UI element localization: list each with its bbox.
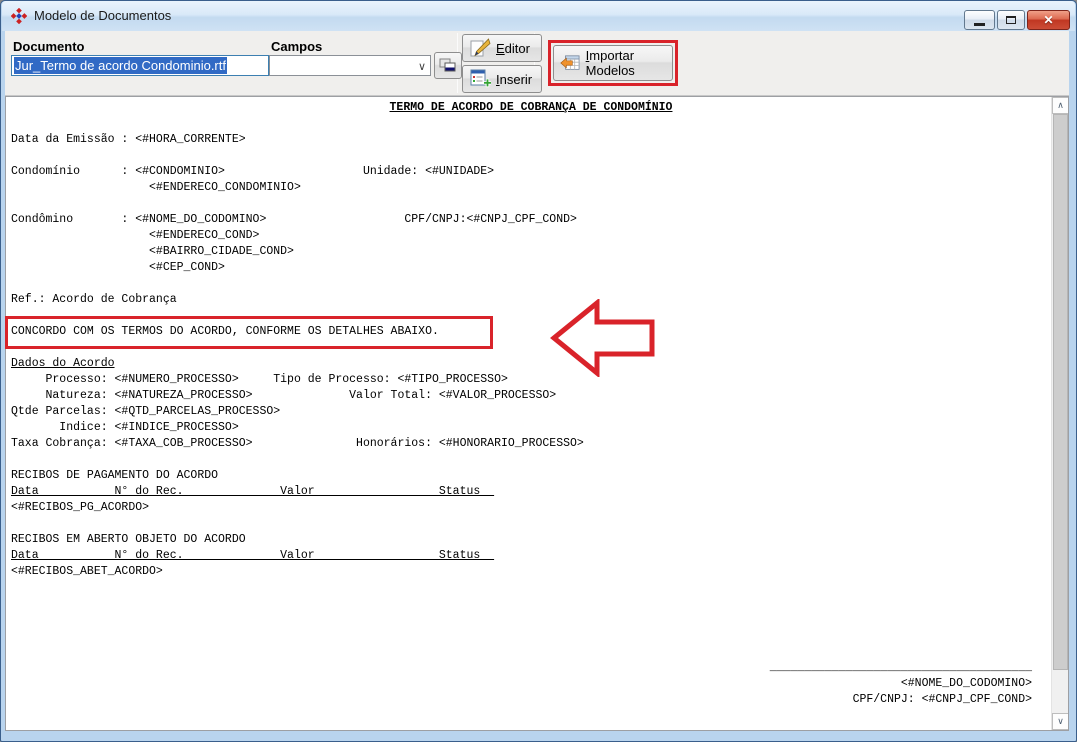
doc-line: <#BAIRRO_CIDADE_COND> <box>11 244 1051 260</box>
vertical-scrollbar[interactable]: ∧ ∨ <box>1051 97 1068 730</box>
doc-line <box>11 644 1051 660</box>
doc-line: ______________________________________ <box>11 660 1051 676</box>
editor-button[interactable]: Editor <box>462 34 542 62</box>
inserir-button[interactable]: Inserir <box>462 65 542 93</box>
doc-line: Dados do Acordo <box>11 356 1051 372</box>
campos-select[interactable]: ∨ <box>269 55 431 76</box>
doc-line: <#CEP_COND> <box>11 260 1051 276</box>
close-button[interactable]: ✕ <box>1027 10 1070 30</box>
doc-line <box>11 196 1051 212</box>
doc-line <box>11 276 1051 292</box>
doc-line: Qtde Parcelas: <#QTD_PARCELAS_PROCESSO> <box>11 404 1051 420</box>
doc-line: Natureza: <#NATUREZA_PROCESSO> Valor Tot… <box>11 388 1051 404</box>
doc-line: <#ENDERECO_CONDOMINIO> <box>11 180 1051 196</box>
close-icon: ✕ <box>1043 14 1053 26</box>
doc-line <box>11 340 1051 356</box>
overlapping-windows-icon <box>439 58 457 73</box>
editor-button-label: Editor <box>496 41 530 56</box>
campos-label: Campos <box>271 39 322 54</box>
scroll-down-button[interactable]: ∨ <box>1052 713 1069 730</box>
doc-line: Condomínio : <#CONDOMINIO> Unidade: <#UN… <box>11 164 1051 180</box>
app-icon <box>11 8 27 24</box>
doc-line <box>11 116 1051 132</box>
document-area[interactable]: TERMO DE ACORDO DE COBRANÇA DE CONDOMÍNI… <box>5 96 1069 731</box>
doc-line: Ref.: Acordo de Cobrança <box>11 292 1051 308</box>
maximize-button[interactable] <box>997 10 1025 30</box>
insert-list-icon <box>469 68 491 90</box>
importar-annotation-box: Importar Modelos <box>548 40 678 86</box>
importar-button-label: Importar Modelos <box>586 48 666 78</box>
inserir-button-label: Inserir <box>496 72 532 87</box>
import-table-icon <box>560 52 581 74</box>
doc-line <box>11 580 1051 596</box>
doc-line <box>11 628 1051 644</box>
doc-line: RECIBOS DE PAGAMENTO DO ACORDO <box>11 468 1051 484</box>
doc-line <box>11 452 1051 468</box>
importar-modelos-button[interactable]: Importar Modelos <box>553 45 673 81</box>
document-text: TERMO DE ACORDO DE COBRANÇA DE CONDOMÍNI… <box>6 97 1051 730</box>
doc-line: CPF/CNPJ: <#CNPJ_CPF_COND> <box>11 692 1051 708</box>
window-title: Modelo de Documentos <box>34 8 171 23</box>
doc-line: Data da Emissão : <#HORA_CORRENTE> <box>11 132 1051 148</box>
doc-line: <#RECIBOS_PG_ACORDO> <box>11 500 1051 516</box>
doc-line: Taxa Cobrança: <#TAXA_COB_PROCESSO> Hono… <box>11 436 1051 452</box>
minimize-button[interactable] <box>964 10 995 30</box>
maximize-icon <box>1006 16 1016 24</box>
doc-line: Data N° do Rec. Valor Status <box>11 548 1051 564</box>
chevron-up-icon: ∧ <box>1057 101 1064 110</box>
pen-icon <box>469 37 491 59</box>
doc-line <box>11 148 1051 164</box>
chevron-down-icon: ∨ <box>1057 717 1064 726</box>
title-bar[interactable]: Modelo de Documentos ✕ <box>2 1 1075 31</box>
chevron-down-icon: ∨ <box>418 58 426 77</box>
doc-line: <#ENDERECO_COND> <box>11 228 1051 244</box>
doc-line: TERMO DE ACORDO DE COBRANÇA DE CONDOMÍNI… <box>11 100 1051 116</box>
documento-input[interactable]: Jur_Termo de acordo Condominio.rtf <box>11 55 269 76</box>
doc-line: Condômino : <#NOME_DO_CODOMINO> CPF/CNPJ… <box>11 212 1051 228</box>
scroll-up-button[interactable]: ∧ <box>1052 97 1069 114</box>
minimize-icon <box>974 23 985 26</box>
doc-line: <#NOME_DO_CODOMINO> <box>11 676 1051 692</box>
doc-line: <#RECIBOS_ABET_ACORDO> <box>11 564 1051 580</box>
doc-line: Data N° do Rec. Valor Status <box>11 484 1051 500</box>
doc-line <box>11 308 1051 324</box>
doc-line: Indice: <#INDICE_PROCESSO> <box>11 420 1051 436</box>
doc-line: Processo: <#NUMERO_PROCESSO> Tipo de Pro… <box>11 372 1051 388</box>
doc-line <box>11 612 1051 628</box>
doc-line <box>11 516 1051 532</box>
doc-line: RECIBOS EM ABERTO OBJETO DO ACORDO <box>11 532 1051 548</box>
doc-line <box>11 596 1051 612</box>
fields-button[interactable] <box>434 52 462 79</box>
toolbar: Documento Jur_Termo de acordo Condominio… <box>5 31 1069 96</box>
documento-input-value: Jur_Termo de acordo Condominio.rtf <box>14 57 227 74</box>
app-window: Modelo de Documentos ✕ Documento Jur_Ter… <box>0 0 1077 742</box>
documento-label: Documento <box>13 39 85 54</box>
scroll-thumb[interactable] <box>1053 114 1068 670</box>
doc-line: CONCORDO COM OS TERMOS DO ACORDO, CONFOR… <box>11 324 1051 340</box>
